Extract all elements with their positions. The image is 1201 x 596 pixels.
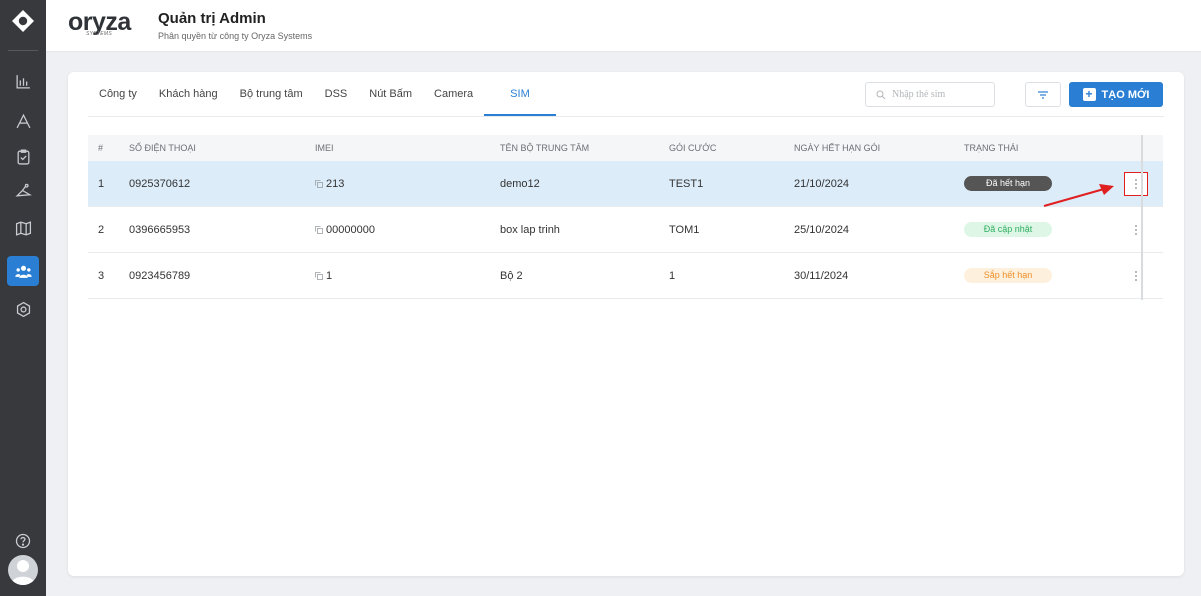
- sidebar: [0, 0, 46, 596]
- cell-package: TOM1: [669, 223, 700, 236]
- cell-package: TEST1: [669, 177, 704, 190]
- cell-imei-value: 213: [326, 177, 345, 190]
- settings-icon: [16, 301, 30, 317]
- sidebar-item-users[interactable]: [7, 256, 39, 286]
- tab-customers[interactable]: Khách hàng: [148, 72, 229, 116]
- table-header: # Số điện thoại IMEI Tên bộ trung tâm Gó…: [88, 135, 1163, 161]
- font-icon: [16, 113, 30, 128]
- page-subtitle: Phân quyền từ công ty Oryza Systems: [158, 31, 313, 41]
- create-button[interactable]: + TẠO MỚI: [1069, 82, 1163, 107]
- more-vertical-icon: [1135, 224, 1137, 235]
- row-actions-button[interactable]: [1124, 171, 1148, 196]
- bar-chart-icon: [15, 74, 30, 89]
- cell-package: 1: [669, 269, 676, 282]
- tab-company[interactable]: Công ty: [88, 72, 148, 116]
- cell-status: Đã cập nhật: [964, 222, 1052, 237]
- sidebar-item-fonts[interactable]: [7, 106, 39, 136]
- sidebar-divider: [8, 50, 38, 51]
- tab-sim[interactable]: SIM: [484, 72, 556, 116]
- sidebar-item-broadcast[interactable]: [7, 175, 39, 205]
- help-icon[interactable]: [14, 532, 32, 550]
- clipboard-check-icon: [17, 148, 29, 165]
- cell-center-name: box lap trinh: [500, 223, 560, 236]
- cell-status: Đã hết hạn: [964, 176, 1052, 191]
- cell-imei: 213: [315, 178, 344, 190]
- cell-status: Sắp hết hạn: [964, 268, 1052, 283]
- cell-imei-value: 1: [326, 269, 333, 282]
- cell-index: 2: [98, 223, 105, 236]
- cell-expiry: 21/10/2024: [794, 177, 850, 190]
- cell-imei: 00000000: [315, 224, 375, 236]
- row-actions-button[interactable]: [1124, 218, 1148, 242]
- table-scrollbar[interactable]: [1141, 135, 1143, 300]
- cell-expiry: 25/10/2024: [794, 223, 850, 236]
- cell-phone: 0925370612: [129, 177, 191, 190]
- cell-expiry: 30/11/2024: [794, 269, 849, 282]
- page-title: Quản trị Admin: [158, 10, 266, 27]
- header-phone: Số điện thoại: [129, 143, 196, 153]
- annotation-arrow-icon: [1043, 184, 1114, 208]
- header-imei: IMEI: [315, 143, 334, 153]
- tab-camera[interactable]: Camera: [423, 72, 484, 116]
- tab-control-center[interactable]: Bộ trung tâm: [229, 72, 314, 116]
- main-card: Công ty Khách hàng Bộ trung tâm DSS Nút …: [68, 72, 1184, 576]
- sidebar-item-dashboard[interactable]: [7, 66, 39, 96]
- header-center-name: Tên bộ trung tâm: [500, 143, 590, 153]
- user-avatar-icon: [11, 560, 35, 585]
- header-index: #: [98, 143, 104, 153]
- more-vertical-icon: [1135, 270, 1137, 281]
- table-row[interactable]: 1 0925370612 213 demo12 TEST1 21/10/2024…: [88, 161, 1163, 207]
- header-status: Trạng thái: [964, 143, 1019, 153]
- filter-button[interactable]: [1025, 82, 1061, 107]
- top-header: oryza SYSTEMS Quản trị Admin Phân quyền …: [46, 0, 1201, 52]
- header-expiry: Ngày hết hạn gói: [794, 143, 881, 153]
- tab-bar: Công ty Khách hàng Bộ trung tâm DSS Nút …: [88, 72, 556, 116]
- table-row[interactable]: 3 0923456789 1 Bộ 2 1 30/11/2024 Sắp hết…: [88, 253, 1163, 299]
- table-row[interactable]: 2 0396665953 00000000 box lap trinh TOM1…: [88, 207, 1163, 253]
- users-icon: [14, 265, 32, 278]
- tab-dss[interactable]: DSS: [314, 72, 359, 116]
- header-package: Gói cước: [669, 143, 717, 153]
- search-icon: [876, 90, 886, 99]
- copy-icon[interactable]: [315, 179, 323, 188]
- filter-icon: [1038, 90, 1048, 99]
- search-input[interactable]: [892, 89, 987, 100]
- cell-phone: 0396665953: [129, 223, 191, 236]
- copy-icon[interactable]: [315, 271, 323, 280]
- brand-subtext: SYSTEMS: [86, 31, 112, 37]
- cell-center-name: Bộ 2: [500, 269, 523, 282]
- cell-imei: 1: [315, 270, 332, 282]
- copy-icon[interactable]: [315, 225, 323, 234]
- cell-index: 3: [98, 269, 105, 282]
- sidebar-item-map[interactable]: [7, 213, 39, 243]
- tab-buttons[interactable]: Nút Bấm: [358, 72, 423, 116]
- cell-phone: 0923456789: [129, 269, 191, 282]
- sidebar-item-settings[interactable]: [7, 294, 39, 324]
- row-actions-button[interactable]: [1124, 264, 1148, 288]
- more-vertical-icon: [1135, 178, 1137, 189]
- status-badge: Sắp hết hạn: [964, 268, 1052, 283]
- cell-center-name: demo12: [500, 177, 540, 190]
- avatar[interactable]: [8, 555, 38, 585]
- oryza-logo-icon[interactable]: [11, 9, 35, 33]
- satellite-dish-icon: [14, 183, 32, 197]
- map-icon: [15, 220, 31, 236]
- cell-imei-value: 00000000: [326, 223, 375, 236]
- sidebar-item-tasks[interactable]: [7, 141, 39, 171]
- sim-table: # Số điện thoại IMEI Tên bộ trung tâm Gó…: [88, 135, 1163, 299]
- create-button-label: TẠO MỚI: [1101, 88, 1150, 101]
- status-badge: Đã hết hạn: [964, 176, 1052, 191]
- plus-icon: +: [1082, 88, 1096, 101]
- tabs-divider: [88, 116, 1164, 117]
- cell-index: 1: [98, 177, 105, 190]
- status-badge: Đã cập nhật: [964, 222, 1052, 237]
- search-box[interactable]: [865, 82, 995, 107]
